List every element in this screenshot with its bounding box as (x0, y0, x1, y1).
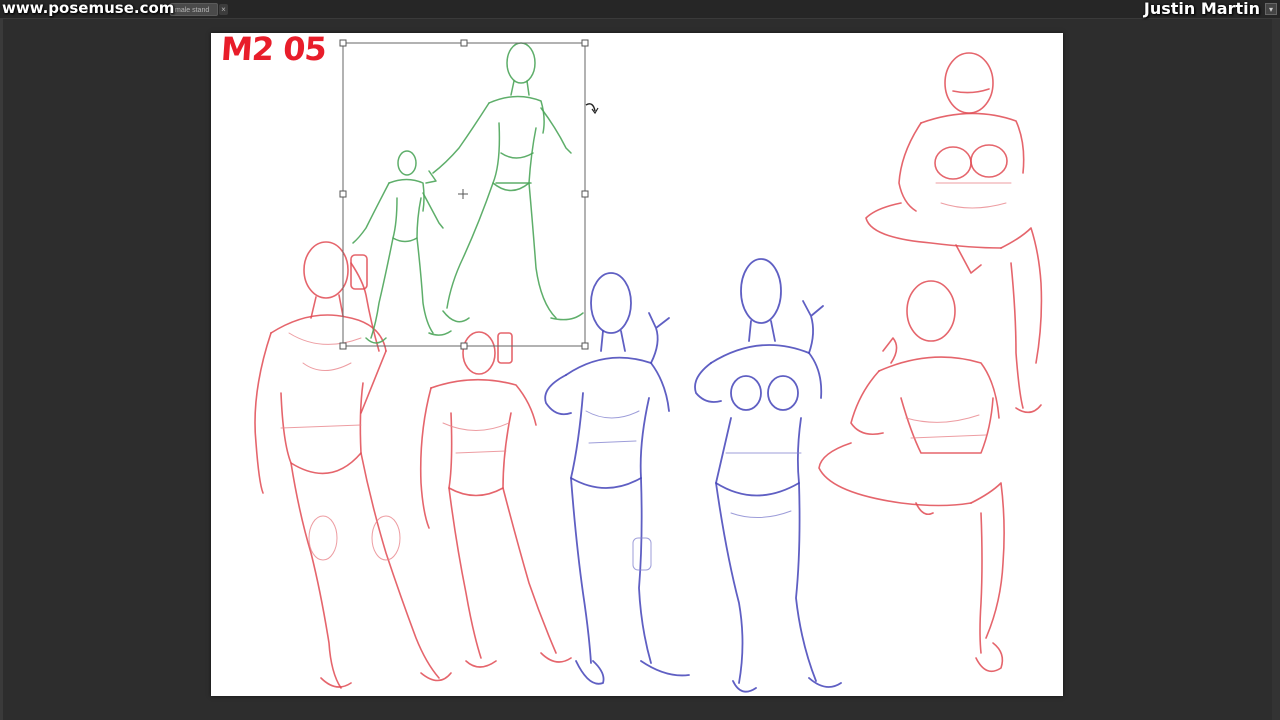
figure-walker-large (425, 42, 584, 323)
top-bar: male stand × Justin Martin ▾ (0, 0, 1280, 19)
figure-crouching-bottom (818, 280, 1005, 673)
rotate-cursor-icon (585, 103, 599, 115)
transform-selection-box[interactable] (339, 39, 589, 350)
figure-peace-sign-female (694, 258, 842, 693)
figure-phone-holder (419, 331, 572, 668)
figure-male-selfie (254, 241, 452, 689)
transform-handle-bottom-right[interactable] (581, 342, 589, 350)
window-menu-icon[interactable]: ▾ (1265, 3, 1277, 15)
figure-peace-sign (544, 272, 690, 685)
transform-handle-top-right[interactable] (581, 39, 589, 47)
page-label: M2 05 (219, 30, 328, 68)
transform-handle-middle-left[interactable] (339, 190, 347, 198)
author-name: Justin Martin (1143, 0, 1260, 18)
transform-handle-bottom-left[interactable] (339, 342, 347, 350)
transform-handle-middle-right[interactable] (581, 190, 589, 198)
left-panel-edge (0, 19, 3, 720)
tab-close-icon[interactable]: × (219, 4, 228, 15)
transform-handle-top-center[interactable] (460, 39, 468, 47)
document-tab[interactable]: male stand (170, 3, 218, 16)
figure-walker-small (352, 150, 452, 344)
sketch-layer[interactable] (211, 33, 1063, 696)
right-panel-edge (1272, 19, 1280, 720)
watermark-text: www.posemuse.com (2, 0, 175, 17)
transform-handle-bottom-center[interactable] (460, 342, 468, 350)
transform-handle-top-left[interactable] (339, 39, 347, 47)
